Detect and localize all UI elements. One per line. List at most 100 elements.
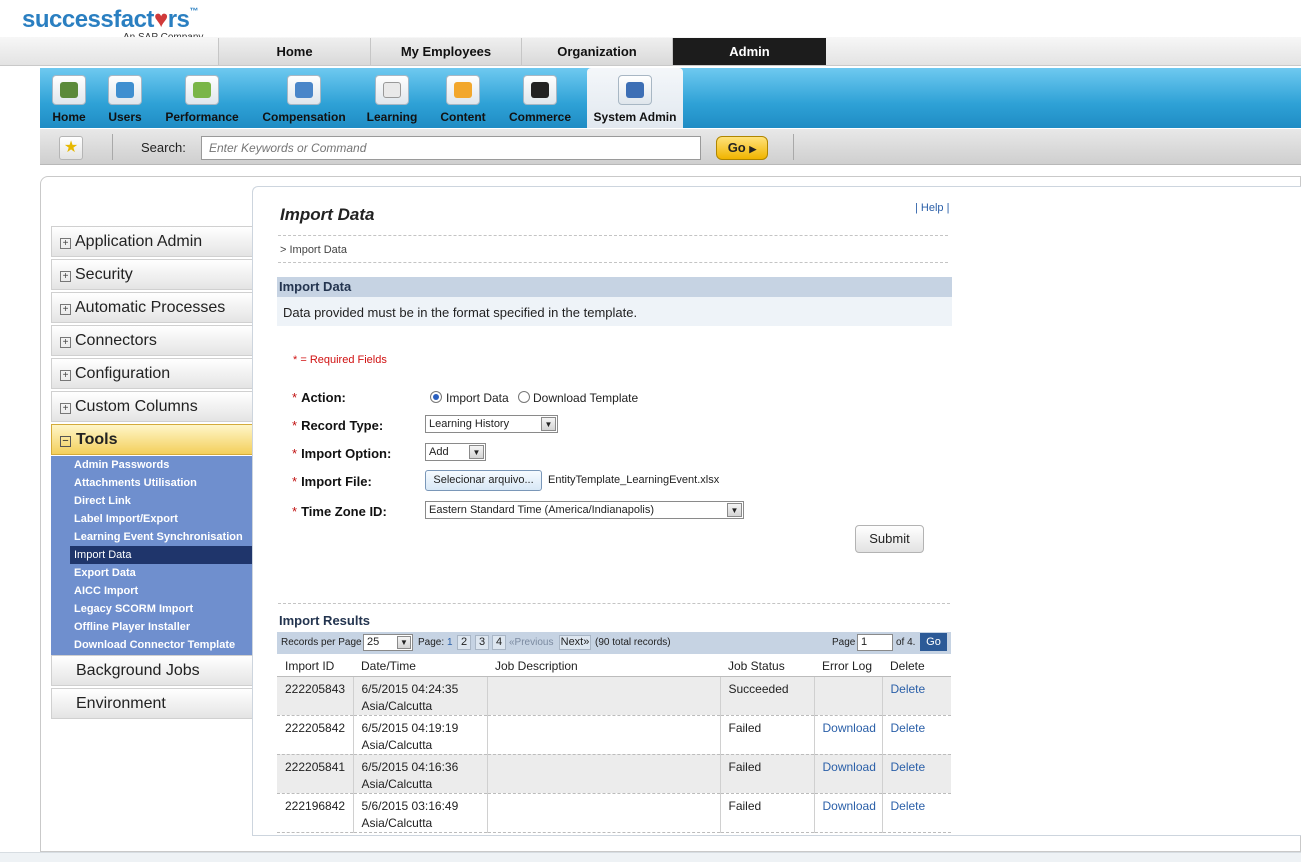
tab-home[interactable]: Home <box>218 38 370 65</box>
chevron-down-icon: ▼ <box>727 503 742 517</box>
col-job-description[interactable]: Job Description <box>487 656 720 677</box>
download-error-log-link[interactable]: Download <box>814 793 883 833</box>
module-content[interactable]: Content <box>436 68 490 128</box>
import-option-select[interactable]: Add ▼ <box>425 443 486 461</box>
page-link-3[interactable]: 3 <box>475 635 489 650</box>
submit-button[interactable]: Submit <box>855 525 924 553</box>
page-link-1[interactable]: 1 <box>447 637 453 648</box>
subnav-aicc-import[interactable]: AICC Import <box>74 582 138 600</box>
nav-label: Configuration <box>75 365 171 382</box>
subnav-learning-event-sync[interactable]: Learning Event Synchronisation <box>74 528 243 546</box>
search-label: Search: <box>141 140 186 155</box>
page-link-4[interactable]: 4 <box>492 635 506 650</box>
next-link[interactable]: Next» <box>559 635 591 650</box>
tab-my-employees[interactable]: My Employees <box>370 38 521 65</box>
tab-admin[interactable]: Admin <box>672 38 826 65</box>
module-users-label: Users <box>108 110 142 124</box>
subnav-admin-passwords[interactable]: Admin Passwords <box>74 456 169 474</box>
module-home[interactable]: Home <box>48 68 90 128</box>
nav-configuration[interactable]: + Configuration <box>51 358 253 389</box>
module-commerce-label: Commerce <box>508 110 572 124</box>
col-job-status[interactable]: Job Status <box>720 656 814 677</box>
results-table-container: Import ID Date/Time Job Description Job … <box>277 656 952 836</box>
nav-automatic-processes[interactable]: + Automatic Processes <box>51 292 253 323</box>
nav-label: Application Admin <box>75 233 203 250</box>
home-icon <box>52 75 86 105</box>
tab-organization[interactable]: Organization <box>521 38 672 65</box>
delete-link[interactable]: Delete <box>882 793 951 833</box>
subnav-label-import-export[interactable]: Label Import/Export <box>74 510 178 528</box>
download-error-log-link[interactable]: Download <box>814 715 883 755</box>
search-go-button[interactable]: Go ▶ <box>716 136 768 160</box>
cell-job-description <box>487 715 721 755</box>
system-admin-icon <box>618 75 652 105</box>
search-input[interactable] <box>201 136 701 160</box>
subnav-import-data[interactable]: Import Data <box>70 546 253 564</box>
divider <box>278 235 948 236</box>
compensation-icon <box>287 75 321 105</box>
cell-job-description <box>487 793 721 833</box>
pager-go-button[interactable]: Go <box>920 633 947 651</box>
cell-job-status: Succeeded <box>720 676 815 716</box>
nav-connectors[interactable]: + Connectors <box>51 325 253 356</box>
module-system-admin[interactable]: System Admin <box>587 68 683 128</box>
chevron-down-icon: ▼ <box>397 636 411 649</box>
delete-link[interactable]: Delete <box>882 676 951 716</box>
timezone-select[interactable]: Eastern Standard Time (America/Indianapo… <box>425 501 744 519</box>
module-commerce[interactable]: Commerce <box>505 68 575 128</box>
record-type-select[interactable]: Learning History ▼ <box>425 415 558 433</box>
previous-link: «Previous <box>509 637 554 648</box>
cell-job-status: Failed <box>720 793 815 833</box>
module-system-admin-label: System Admin <box>593 110 677 124</box>
module-learning-label: Learning <box>366 110 418 124</box>
subnav-legacy-scorm-import[interactable]: Legacy SCORM Import <box>74 600 193 618</box>
delete-link[interactable]: Delete <box>882 754 951 794</box>
module-compensation[interactable]: Compensation <box>258 68 350 128</box>
nav-background-jobs[interactable]: Background Jobs <box>51 655 253 686</box>
action-download-template-radio[interactable] <box>518 391 530 403</box>
cell-job-status: Failed <box>720 715 815 755</box>
cell-date-time: 6/5/2015 04:19:19 Asia/Calcutta <box>353 715 488 755</box>
subnav-export-data[interactable]: Export Data <box>74 564 136 582</box>
download-error-log-link[interactable]: Download <box>814 754 883 794</box>
help-link[interactable]: | Help | <box>915 202 949 214</box>
records-per-page-select[interactable]: 25 ▼ <box>363 634 413 651</box>
nav-label: Security <box>75 266 133 283</box>
subnav-offline-player-installer[interactable]: Offline Player Installer <box>74 618 190 636</box>
module-performance[interactable]: Performance <box>160 68 244 128</box>
page-of-total: of 4. <box>896 637 916 648</box>
action-download-template-label: Download Template <box>533 391 639 405</box>
page-link-2[interactable]: 2 <box>457 635 471 650</box>
module-home-label: Home <box>52 110 86 124</box>
module-users[interactable]: Users <box>104 68 146 128</box>
cell-job-description <box>487 676 721 716</box>
nav-environment[interactable]: Environment <box>51 688 253 719</box>
module-performance-label: Performance <box>165 110 239 124</box>
subnav-download-connector-template[interactable]: Download Connector Template <box>74 636 235 654</box>
nav-tools[interactable]: − Tools <box>51 424 253 455</box>
subnav-attachments-utilisation[interactable]: Attachments Utilisation <box>74 474 197 492</box>
col-delete: Delete <box>882 656 951 677</box>
divider <box>278 603 950 604</box>
breadcrumb: > Import Data <box>280 244 347 256</box>
cell-import-id: 222205843 <box>277 676 354 716</box>
nav-application-admin[interactable]: + Application Admin <box>51 226 253 257</box>
toolbar-divider <box>793 134 794 160</box>
delete-link[interactable]: Delete <box>882 715 951 755</box>
choose-file-button[interactable]: Selecionar arquivo... <box>425 470 542 491</box>
chevron-down-icon: ▼ <box>541 417 556 431</box>
action-import-radio[interactable] <box>430 391 442 403</box>
table-row: 222205843 6/5/2015 04:24:35 Asia/Calcutta… <box>277 676 951 716</box>
col-import-id[interactable]: Import ID <box>277 656 353 677</box>
table-row: 222205841 6/5/2015 04:16:36 Asia/Calcutta… <box>277 754 951 794</box>
favorites-star-icon[interactable]: ★ <box>59 136 83 160</box>
page-number-input[interactable]: 1 <box>857 634 893 651</box>
subnav-direct-link[interactable]: Direct Link <box>74 492 131 510</box>
col-date-time[interactable]: Date/Time <box>353 656 487 677</box>
module-learning[interactable]: Learning <box>364 68 420 128</box>
nav-security[interactable]: + Security <box>51 259 253 290</box>
nav-custom-columns[interactable]: + Custom Columns <box>51 391 253 422</box>
expand-icon: + <box>60 271 71 282</box>
successfactors-logo[interactable]: successfact♥rs™ <box>22 6 198 34</box>
table-header-row: Import ID Date/Time Job Description Job … <box>277 656 951 677</box>
